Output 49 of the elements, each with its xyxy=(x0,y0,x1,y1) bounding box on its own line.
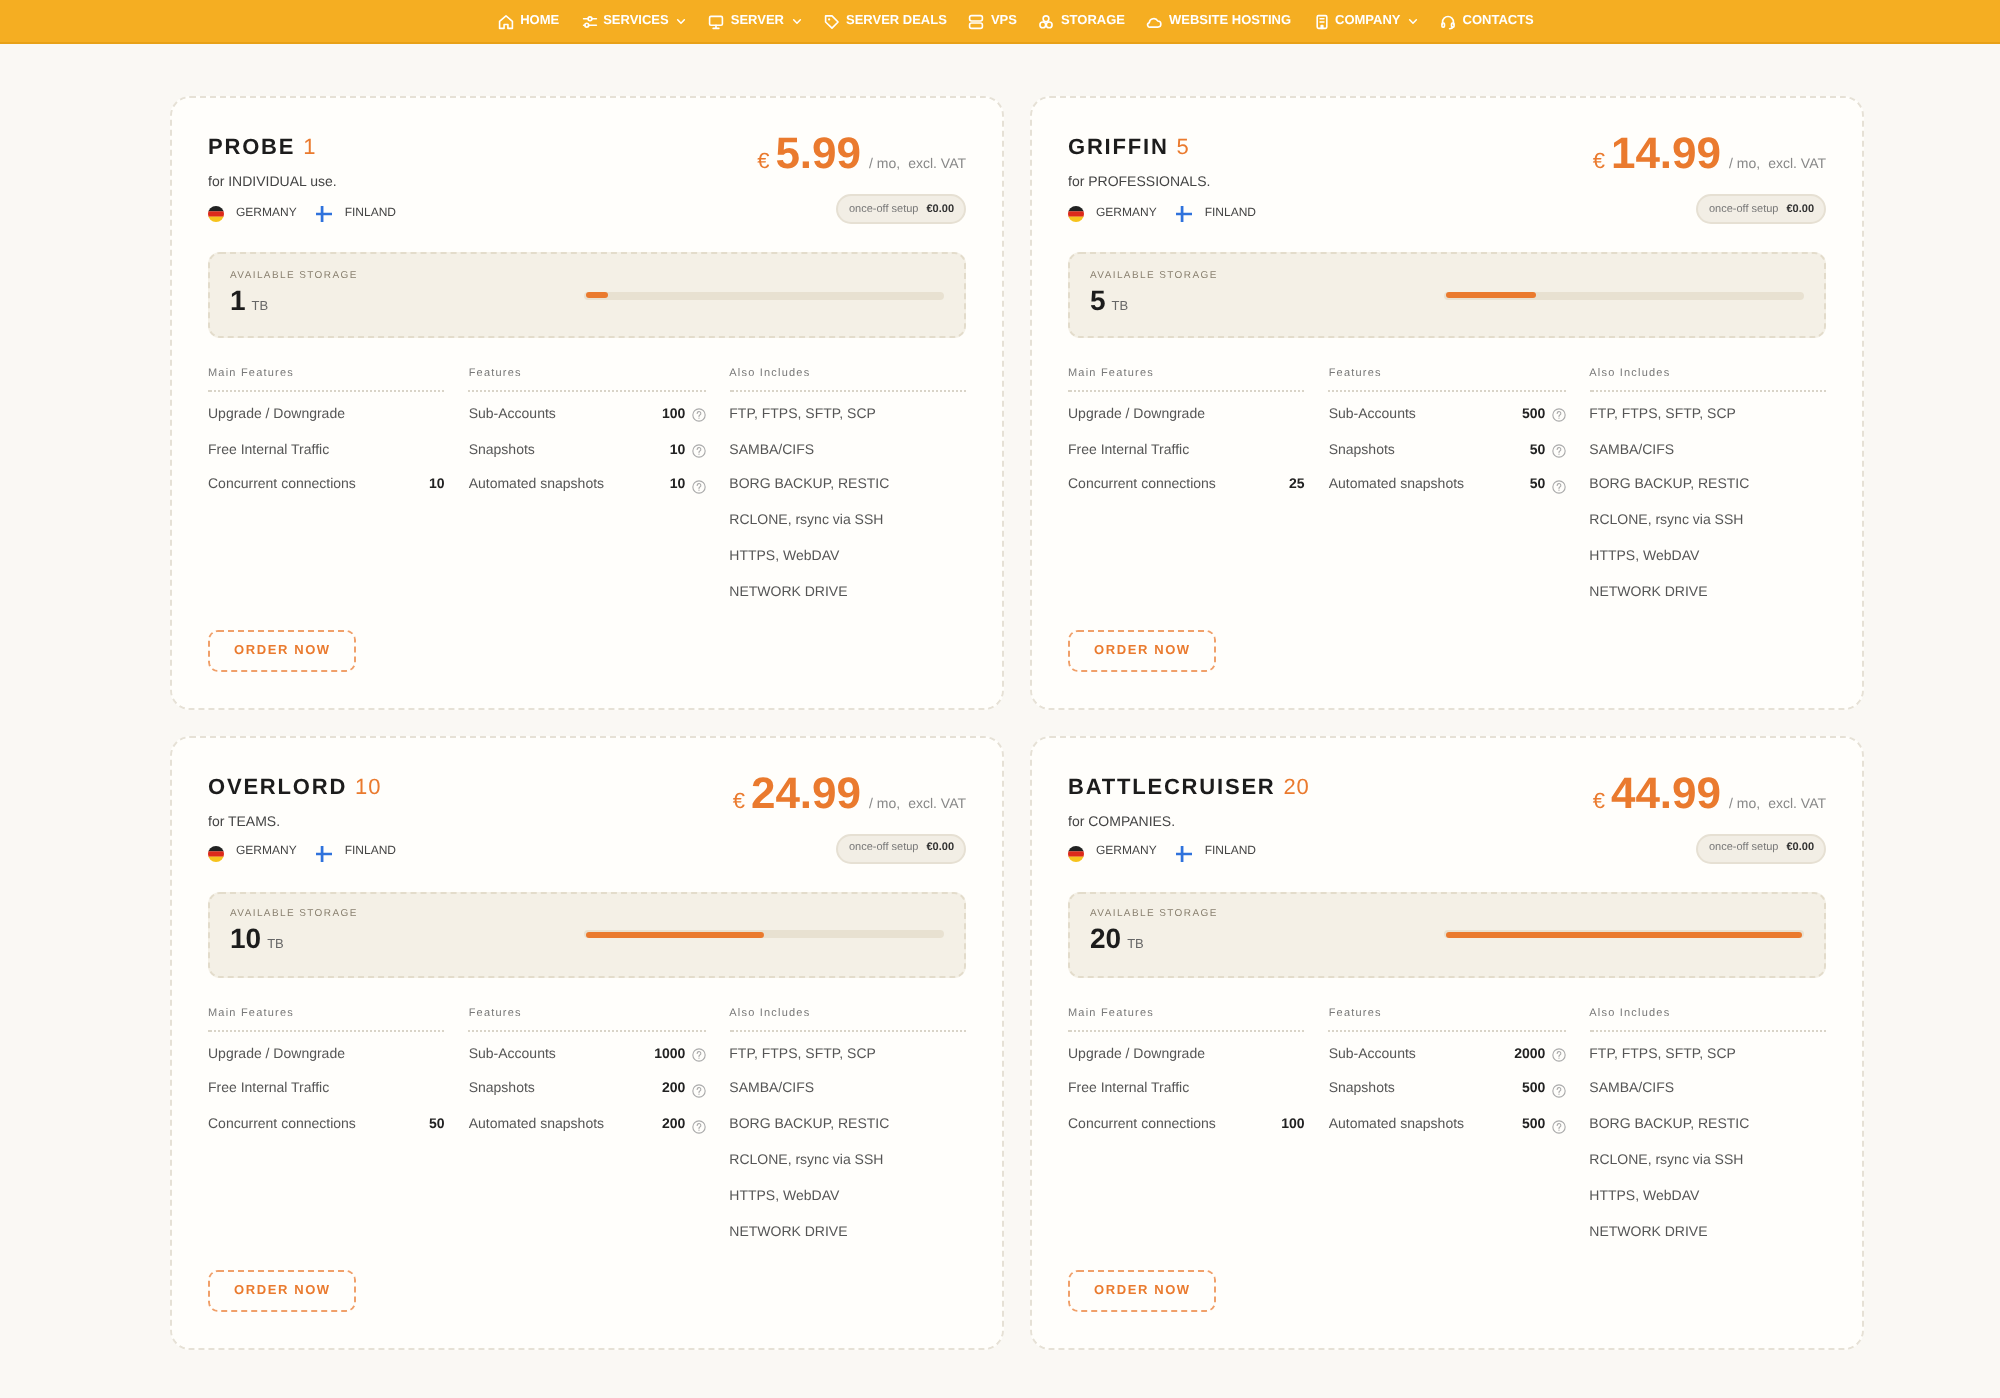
price-amount: 14.99 xyxy=(1610,128,1722,180)
plan-name: BATTLECRUISER xyxy=(1068,775,1276,800)
help-icon xyxy=(1551,479,1566,494)
price-currency: € xyxy=(1592,148,1605,178)
help-icon xyxy=(691,1083,706,1098)
price-currency: € xyxy=(732,787,745,818)
tag-icon xyxy=(823,13,840,29)
help-icon xyxy=(1551,1048,1566,1063)
help-icon xyxy=(691,479,706,494)
help-icon xyxy=(1551,444,1566,459)
cross-flag-icon xyxy=(1176,206,1193,222)
price-currency: € xyxy=(757,148,770,178)
plan-tier-label: 1 xyxy=(303,136,317,160)
headset-icon xyxy=(1440,13,1457,29)
plan-name: OVERLORD xyxy=(208,775,348,800)
home-icon xyxy=(498,13,515,29)
price-currency: € xyxy=(1592,787,1605,818)
building-icon xyxy=(1313,13,1330,29)
cross-flag-icon xyxy=(316,845,333,862)
cross-flag-icon xyxy=(316,206,333,222)
plan-tier-label: 5 xyxy=(1176,136,1190,160)
help-icon xyxy=(1551,1083,1566,1098)
plan-tier-label: 20 xyxy=(1283,775,1310,800)
storage-amount: 20 xyxy=(1090,922,1122,955)
help-icon xyxy=(1551,408,1566,423)
price-amount: 24.99 xyxy=(750,767,862,820)
storage-amount: 10 xyxy=(230,922,262,955)
plan-name: GRIFFIN xyxy=(1068,136,1169,160)
help-icon xyxy=(691,1119,706,1134)
cross-flag-icon xyxy=(1176,845,1193,862)
price-amount: 44.99 xyxy=(1610,767,1722,820)
help-icon xyxy=(691,408,706,423)
flag-icon xyxy=(1068,845,1084,862)
plan-name: PROBE xyxy=(208,136,296,160)
monitor-icon xyxy=(708,13,725,29)
cloud-icon xyxy=(1146,13,1163,29)
help-icon xyxy=(691,444,706,459)
flag-icon xyxy=(208,206,224,222)
cubes-icon xyxy=(1038,13,1055,29)
price-amount: 5.99 xyxy=(775,128,862,180)
plan-tier-label: 10 xyxy=(355,775,382,800)
flag-icon xyxy=(1068,206,1084,222)
storage-amount: 5 xyxy=(1090,283,1106,315)
flag-icon xyxy=(208,845,224,862)
sliders-icon xyxy=(581,13,598,29)
storage-amount: 1 xyxy=(230,283,246,315)
server-icon xyxy=(968,13,985,29)
help-icon xyxy=(1551,1119,1566,1134)
help-icon xyxy=(691,1048,706,1063)
